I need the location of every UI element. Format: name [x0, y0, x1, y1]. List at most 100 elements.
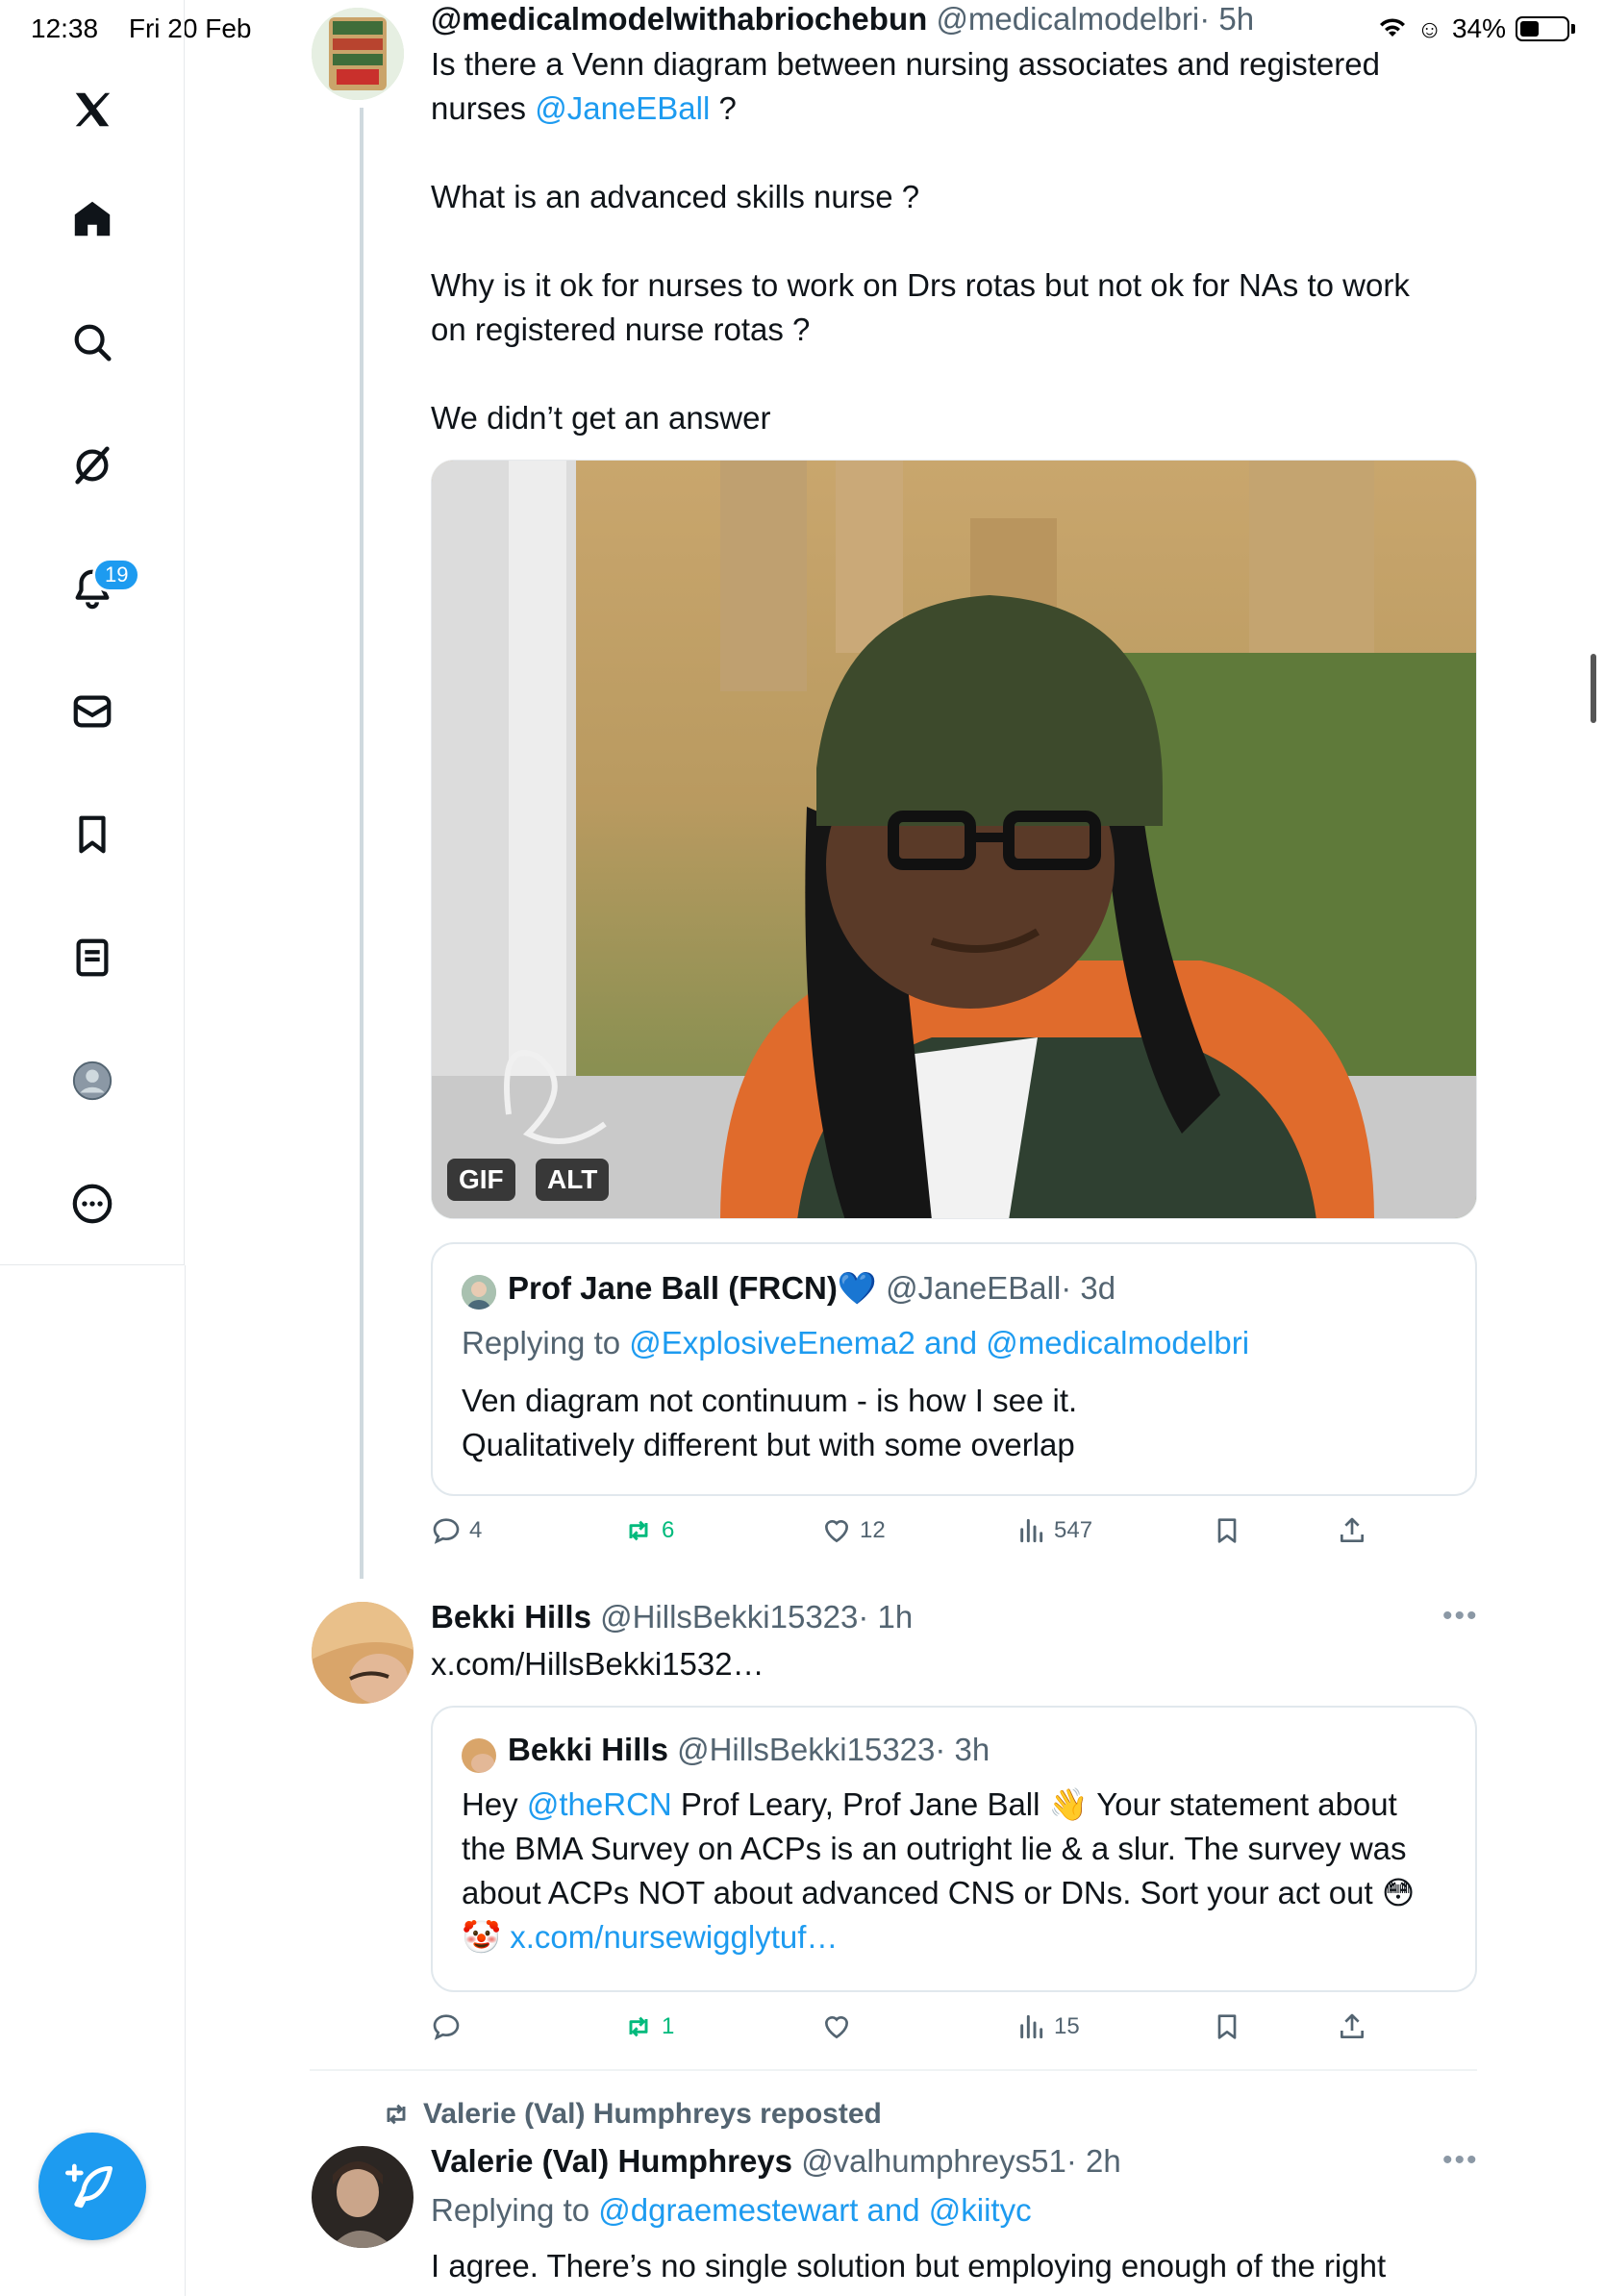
like-button[interactable]: [821, 2011, 852, 2042]
gif-image: [432, 461, 1476, 1218]
mail-icon[interactable]: [65, 685, 119, 738]
repost-icon: [629, 2016, 648, 2037]
face-status-icon: ☺: [1416, 13, 1442, 43]
tweet3-author-name[interactable]: Valerie (Val) Humphreys: [431, 2143, 792, 2179]
tweet3-author-handle[interactable]: @valhumphreys51: [801, 2143, 1066, 2179]
quote1-handle: @JaneEBall: [886, 1270, 1062, 1306]
quote2-line1: Hey @theRCN Prof Leary, Prof Jane Ball 👋…: [462, 1786, 1397, 1822]
tweet2-header: Bekki Hills @HillsBekki15323· 1h: [431, 1598, 913, 1636]
alt-badge[interactable]: ALT: [536, 1159, 610, 1201]
tweet3-avatar[interactable]: [312, 2146, 414, 2248]
tweet2-author-handle[interactable]: @HillsBekki15323: [600, 1599, 858, 1635]
tweet1-author-name[interactable]: @medicalmodelwithabriochebun: [431, 1, 927, 37]
quote1-replying: Replying to @ExplosiveEnema2 and @medica…: [462, 1325, 1250, 1360]
repost-button[interactable]: 1: [623, 2011, 674, 2042]
tweet3-time[interactable]: · 2h: [1066, 2143, 1121, 2179]
like-count: 12: [860, 1517, 886, 1543]
wifi-icon: [1380, 18, 1406, 37]
repost-icon: [629, 1520, 648, 1541]
battery-percent: 34%: [1451, 13, 1506, 43]
tweet2-quote-card[interactable]: Bekki Hills @HillsBekki15323· 3h Hey @th…: [431, 1706, 1477, 1992]
repost-context[interactable]: Valerie (Val) Humphreys reposted: [381, 2098, 882, 2131]
mention-thercn[interactable]: @theRCN: [527, 1786, 672, 1822]
tweet1-gif-media[interactable]: GIF ALT: [431, 460, 1477, 1219]
profile-icon[interactable]: [65, 1054, 119, 1108]
mention-janeeball[interactable]: @JaneEBall: [535, 90, 710, 126]
views-count: 15: [1054, 2013, 1080, 2039]
tweet3-replying-links[interactable]: @dgraemestewart and @kiityc: [598, 2192, 1031, 2228]
tweet1-line2: nurses @JaneEBall ?: [431, 90, 737, 126]
share-icon: [1341, 1517, 1364, 1542]
quote2-avatar: [462, 1738, 496, 1773]
quote2-line4: 🤡 x.com/nursewigglytuf…: [462, 1915, 1415, 1959]
repost-count: 6: [662, 1517, 675, 1543]
quote1-header: Prof Jane Ball (FRCN)💙 @JaneEBall· 3d: [508, 1267, 1115, 1310]
quote1-replying-links[interactable]: @ExplosiveEnema2 and @medicalmodelbri: [629, 1325, 1249, 1360]
views-icon: [1020, 2014, 1043, 2039]
views-button[interactable]: 547: [1015, 1515, 1092, 1546]
share-button[interactable]: [1337, 1515, 1367, 1546]
clown-emoji: 🤡: [462, 1919, 502, 1955]
compose-button[interactable]: [38, 2133, 146, 2240]
repost-count: 1: [662, 2013, 675, 2039]
grok-icon[interactable]: [65, 438, 119, 492]
quote2-header: Bekki Hills @HillsBekki15323· 3h: [508, 1729, 990, 1771]
tweet-divider: [310, 2069, 1477, 2071]
reply-icon: [433, 1518, 460, 1544]
tweet1-header: @medicalmodelwithabriochebun @medicalmod…: [431, 0, 1254, 38]
tweet1-para3b: on registered nurse rotas ?: [431, 312, 811, 347]
bookmark-button[interactable]: [1212, 1515, 1242, 1546]
quote2-text: Hey @theRCN Prof Leary, Prof Jane Ball 👋…: [462, 1783, 1415, 1959]
home-icon[interactable]: [65, 192, 119, 246]
tweet1-time[interactable]: · 5h: [1199, 1, 1254, 37]
quote2-line2: the BMA Survey on ACPs is an outright li…: [462, 1831, 1407, 1866]
tweet1-avatar[interactable]: [312, 8, 404, 100]
reply-button[interactable]: [431, 2011, 462, 2042]
tweet1-line1: Is there a Venn diagram between nursing …: [431, 46, 1380, 82]
tweet1-quote-card[interactable]: Prof Jane Ball (FRCN)💙 @JaneEBall· 3d Re…: [431, 1242, 1477, 1496]
status-bar-right: ☺ 34%: [1378, 13, 1575, 44]
notification-badge: 19: [92, 558, 141, 592]
like-button[interactable]: 12: [821, 1515, 886, 1546]
reposted-by-text: Valerie (Val) Humphreys reposted: [423, 2098, 882, 2130]
quote1-line2: Qualitatively different but with some ov…: [462, 1427, 1075, 1462]
x-logo-icon[interactable]: [65, 83, 119, 137]
tweet1-author-handle[interactable]: @medicalmodelbri: [936, 1, 1199, 37]
quote1-author-name: Prof Jane Ball (FRCN): [508, 1270, 838, 1306]
lists-icon[interactable]: [65, 931, 119, 985]
quote1-time: · 3d: [1061, 1270, 1116, 1306]
tweet2-author-name[interactable]: Bekki Hills: [431, 1599, 591, 1635]
quote1-line1: Ven diagram not continuum - is how I see…: [462, 1383, 1078, 1418]
tweet1-para4: We didn’t get an answer: [431, 400, 771, 436]
more-circle-icon[interactable]: [65, 1177, 119, 1231]
reply-button[interactable]: 4: [431, 1515, 482, 1546]
views-count: 547: [1054, 1517, 1093, 1543]
tweet3-more-icon[interactable]: •••: [1442, 2144, 1479, 2177]
tweet1-para2: What is an advanced skills nurse ?: [431, 179, 920, 214]
tweet2-link[interactable]: x.com/HillsBekki1532…: [431, 1642, 764, 1686]
repost-button[interactable]: 6: [623, 1515, 674, 1546]
tweet1-para3a: Why is it ok for nurses to work on Drs r…: [431, 267, 1410, 303]
tweet2-actions: 1 15: [431, 2011, 1392, 2050]
tweet1-text: Is there a Venn diagram between nursing …: [431, 42, 1489, 440]
tweet1-actions: 4 6 12 547: [431, 1515, 1392, 1554]
tweet2-avatar[interactable]: [312, 1602, 414, 1704]
thread-line: [360, 108, 363, 1579]
quote2-time: · 3h: [935, 1732, 990, 1767]
tweet2-more-icon[interactable]: •••: [1442, 1600, 1479, 1633]
views-button[interactable]: 15: [1015, 2011, 1080, 2042]
share-button[interactable]: [1337, 2011, 1367, 2042]
search-icon[interactable]: [65, 315, 119, 369]
quote1-avatar: [462, 1275, 496, 1310]
scrollbar-thumb[interactable]: [1591, 654, 1596, 723]
quote2-line3: about ACPs NOT about advanced CNS or DNs…: [462, 1875, 1416, 1910]
tweet3-header: Valerie (Val) Humphreys @valhumphreys51·…: [431, 2142, 1121, 2181]
bookmark-icon: [1217, 2014, 1237, 2039]
heart-icon: [824, 2015, 849, 2039]
bookmark-button[interactable]: [1212, 2011, 1242, 2042]
tweet3-line1: I agree. There’s no single solution but …: [431, 2248, 1387, 2284]
bookmark-icon[interactable]: [65, 808, 119, 861]
tweet2-time[interactable]: · 1h: [858, 1599, 913, 1635]
quote2-link[interactable]: x.com/nursewigglytuf…: [510, 1919, 838, 1955]
battery-tip: [1571, 24, 1575, 34]
